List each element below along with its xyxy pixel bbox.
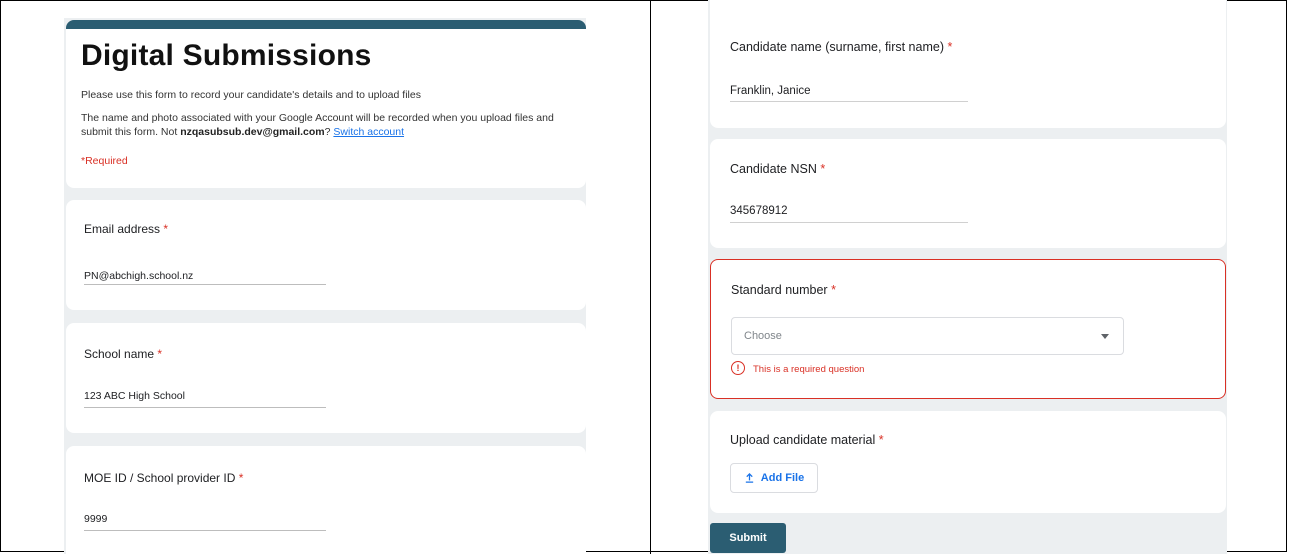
question-label-text: Email address	[84, 222, 161, 236]
field-underline	[84, 284, 326, 285]
panel-divider	[650, 0, 651, 554]
upload-icon	[745, 472, 753, 483]
question-card-candidate-name: Candidate name (surname, first name) * F…	[710, 0, 1226, 128]
question-label-text: Candidate NSN	[730, 162, 817, 176]
question-label-text: School name	[84, 347, 155, 361]
required-star: *	[878, 433, 884, 447]
question-label: School name *	[84, 347, 162, 361]
question-card-email: Email address * PN@abchigh.school.nz	[66, 200, 586, 310]
question-card-nsn: Candidate NSN * 345678912	[710, 139, 1226, 248]
account-notice: The name and photo associated with your …	[81, 111, 581, 139]
required-star: *	[831, 283, 836, 297]
question-label-text: Candidate name (surname, first name)	[730, 40, 944, 54]
standard-number-select[interactable]: Choose	[731, 317, 1124, 355]
question-label: MOE ID / School provider ID *	[84, 471, 243, 485]
switch-account-link[interactable]: Switch account	[333, 126, 404, 138]
question-label-text: Upload candidate material	[730, 433, 876, 447]
candidate-name-field[interactable]: Franklin, Janice	[730, 85, 811, 97]
candidate-nsn-field[interactable]: 345678912	[730, 205, 788, 217]
question-card-moe-id: MOE ID / School provider ID * 9999	[66, 446, 586, 554]
select-placeholder: Choose	[744, 330, 782, 342]
form-description: Please use this form to record your cand…	[81, 89, 421, 101]
question-label-text: MOE ID / School provider ID	[84, 471, 236, 485]
add-file-label: Add File	[760, 472, 805, 484]
field-underline	[730, 222, 968, 223]
required-star: *	[163, 222, 169, 236]
field-underline	[84, 407, 326, 408]
question-card-school: School name * 123 ABC High School	[66, 323, 586, 433]
question-label: Upload candidate material *	[730, 433, 884, 447]
email-field[interactable]: PN@abchigh.school.nz	[84, 270, 193, 282]
field-underline	[84, 530, 326, 531]
submit-button[interactable]: Submit	[710, 523, 786, 553]
question-label: Standard number *	[731, 283, 836, 297]
question-label: Email address *	[84, 222, 168, 236]
required-star: *	[157, 347, 163, 361]
question-card-standard-number: Standard number * Choose ! This is a req…	[710, 259, 1226, 399]
question-card-upload: Upload candidate material * Add File	[710, 411, 1226, 513]
field-underline	[730, 101, 968, 102]
validation-error: This is a required question	[753, 364, 865, 375]
required-star: *	[947, 40, 953, 54]
school-name-field[interactable]: 123 ABC High School	[84, 390, 185, 402]
required-star: *	[820, 162, 826, 176]
required-star: *	[238, 471, 244, 485]
add-file-button[interactable]: Add File	[730, 463, 818, 493]
dropdown-arrow-icon	[1101, 334, 1109, 339]
question-label-text: Standard number	[731, 283, 828, 297]
required-note: *Required	[81, 155, 128, 167]
question-label: Candidate name (surname, first name) *	[730, 40, 952, 54]
question-label: Candidate NSN *	[730, 162, 825, 176]
form-title: Digital Submissions	[81, 39, 372, 72]
account-email: nzqasubsub.dev@gmail.com	[180, 126, 325, 138]
error-circle-icon: !	[731, 361, 745, 375]
moe-id-field[interactable]: 9999	[84, 513, 107, 525]
form-header-card: Digital Submissions Please use this form…	[66, 20, 586, 188]
